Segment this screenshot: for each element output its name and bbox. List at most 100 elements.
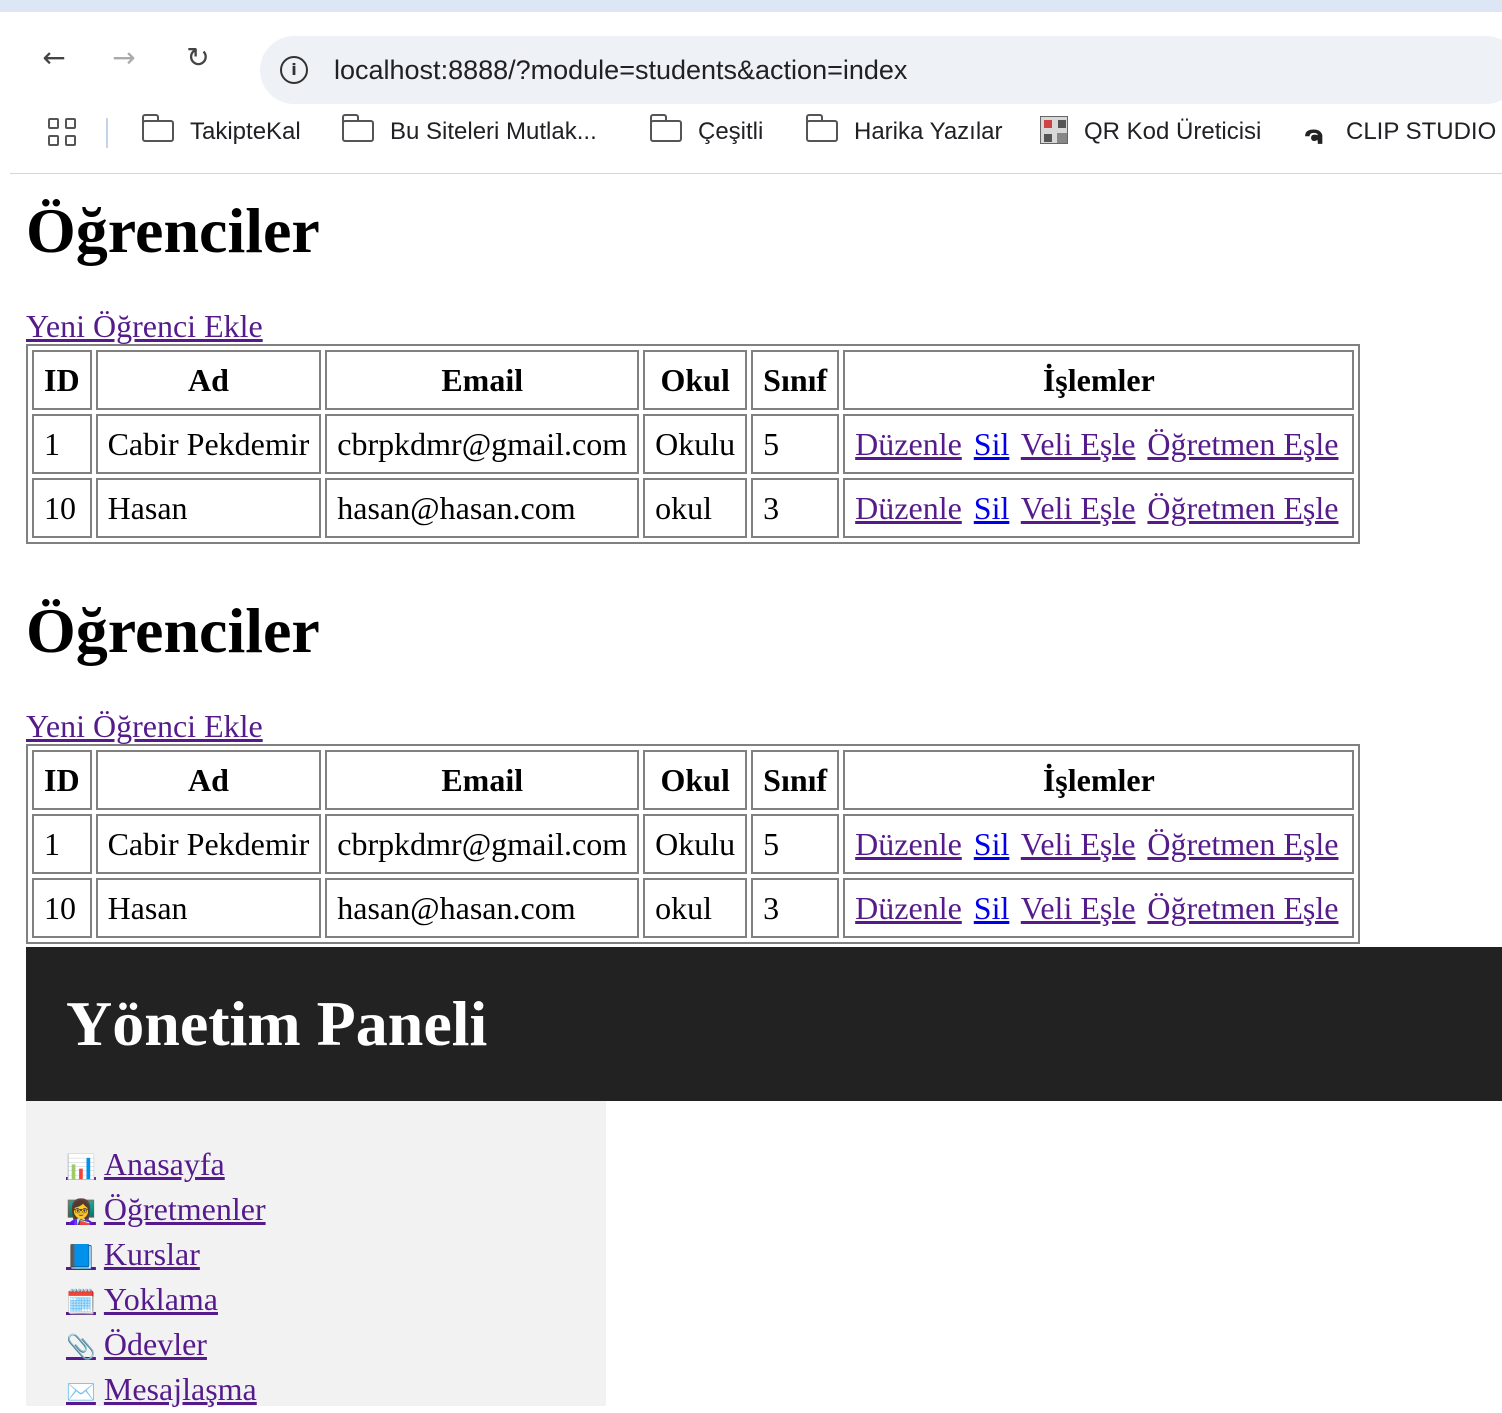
forward-icon[interactable]: → <box>108 42 140 74</box>
browser-toolbar: ← → ↻ i localhost:8888/?module=students&… <box>10 12 1502 104</box>
edit-link[interactable]: Düzenle <box>855 426 962 462</box>
column-header: İşlemler <box>843 350 1355 410</box>
table-row: 1 Cabir Pekdemir cbrpkdmr@gmail.com Okul… <box>32 414 1355 474</box>
sidebar-link[interactable]: ✉️ Mesajlaşma <box>66 1371 257 1407</box>
cell-grade: 3 <box>751 478 840 538</box>
table-row: 10 Hasan hasan@hasan.com okul 3 Düzenle … <box>32 878 1355 938</box>
column-header: İşlemler <box>843 750 1355 810</box>
bookmark-qr-kod[interactable]: QR Kod Üreticisi <box>1040 104 1261 160</box>
delete-link[interactable]: Sil <box>974 826 1010 862</box>
column-header: ID <box>32 350 92 410</box>
cell-id: 1 <box>32 814 92 874</box>
assign-parent-link[interactable]: Veli Eşle <box>1021 426 1136 462</box>
back-icon[interactable]: ← <box>38 42 70 74</box>
assign-teacher-link[interactable]: Öğretmen Eşle <box>1147 826 1338 862</box>
column-header: Okul <box>643 350 748 410</box>
bookmark-clip-studio[interactable]: ຈ CLIP STUDIO <box>1304 104 1496 160</box>
edit-link[interactable]: Düzenle <box>855 890 962 926</box>
sidebar-item-yoklama: 🗓️ Yoklama <box>66 1278 266 1323</box>
address-bar[interactable]: i localhost:8888/?module=students&action… <box>260 36 1502 104</box>
sidebar-item-mesajlasma: ✉️ Mesajlaşma <box>66 1368 266 1413</box>
table-row: 1 Cabir Pekdemir cbrpkdmr@gmail.com Okul… <box>32 814 1355 874</box>
sidebar-item-odevler: 📎 Ödevler <box>66 1323 266 1368</box>
cell-actions: Düzenle Sil Veli Eşle Öğretmen Eşle <box>843 414 1355 474</box>
table-header-row: ID Ad Email Okul Sınıf İşlemler <box>32 350 1355 410</box>
cell-grade: 3 <box>751 878 840 938</box>
admin-title: Yönetim Paneli <box>66 988 488 1059</box>
sidebar-item-kurslar: 📘 Kurslar <box>66 1233 266 1278</box>
sidebar-link[interactable]: 📊 Anasayfa <box>66 1146 225 1182</box>
paperclip-icon: 📎 <box>66 1333 96 1361</box>
bookmark-cesitli[interactable]: Çeşitli <box>649 104 763 160</box>
delete-link[interactable]: Sil <box>974 426 1010 462</box>
teacher-icon: 👩‍🏫 <box>66 1198 96 1226</box>
apps-grid-icon[interactable] <box>48 118 78 148</box>
add-student-link[interactable]: Yeni Öğrenci Ekle <box>26 708 263 744</box>
table-header-row: ID Ad Email Okul Sınıf İşlemler <box>32 750 1355 810</box>
page-title: Öğrenciler <box>26 595 320 666</box>
folder-icon <box>141 114 174 142</box>
admin-sidebar: 📊 Anasayfa 👩‍🏫 Öğretmenler 📘 Kurslar 🗓️ Yokl… <box>26 1101 606 1407</box>
reload-icon[interactable]: ↻ <box>182 42 214 74</box>
sidebar-link[interactable]: 📘 Kurslar <box>66 1236 200 1272</box>
bookmark-bu-siteleri[interactable]: Bu Siteleri Mutlak... <box>341 104 597 160</box>
sidebar-link[interactable]: 📎 Ödevler <box>66 1326 207 1362</box>
envelope-icon: ✉️ <box>66 1378 96 1406</box>
edit-link[interactable]: Düzenle <box>855 490 962 526</box>
sidebar-item-ogretmenler: 👩‍🏫 Öğretmenler <box>66 1188 266 1233</box>
sidebar-link[interactable]: 👩‍🏫 Öğretmenler <box>66 1191 266 1227</box>
cell-email: cbrpkdmr@gmail.com <box>325 814 640 874</box>
cell-id: 10 <box>32 478 92 538</box>
book-icon: 📘 <box>66 1243 96 1271</box>
bookmark-harika-yazilar[interactable]: Harika Yazılar <box>805 104 1003 160</box>
page-content: Öğrenciler Yeni Öğrenci Ekle ID Ad Email… <box>10 174 1502 1407</box>
cell-school: okul <box>643 878 748 938</box>
table-row: 10 Hasan hasan@hasan.com okul 3 Düzenle … <box>32 478 1355 538</box>
assign-teacher-link[interactable]: Öğretmen Eşle <box>1147 890 1338 926</box>
cell-email: hasan@hasan.com <box>325 478 640 538</box>
folder-icon <box>341 114 374 142</box>
cell-id: 1 <box>32 414 92 474</box>
sidebar-link[interactable]: 🗓️ Yoklama <box>66 1281 218 1317</box>
qr-code-icon <box>1040 116 1068 144</box>
assign-parent-link[interactable]: Veli Eşle <box>1021 490 1136 526</box>
cell-name: Hasan <box>95 478 322 538</box>
cell-grade: 5 <box>751 814 840 874</box>
bookmarks-bar: TakipteKal Bu Siteleri Mutlak... Çeşitli… <box>10 104 1502 174</box>
site-info-icon[interactable]: i <box>280 56 308 84</box>
assign-teacher-link[interactable]: Öğretmen Eşle <box>1147 490 1338 526</box>
admin-header: Yönetim Paneli <box>26 947 1502 1101</box>
cell-actions: Düzenle Sil Veli Eşle Öğretmen Eşle <box>843 478 1355 538</box>
bookmarks-divider <box>106 118 108 148</box>
add-student-link[interactable]: Yeni Öğrenci Ekle <box>26 308 263 344</box>
column-header: Sınıf <box>751 350 840 410</box>
assign-parent-link[interactable]: Veli Eşle <box>1021 890 1136 926</box>
page-title: Öğrenciler <box>26 195 320 266</box>
sidebar-menu: 📊 Anasayfa 👩‍🏫 Öğretmenler 📘 Kurslar 🗓️ Yokl… <box>66 1143 266 1413</box>
delete-link[interactable]: Sil <box>974 890 1010 926</box>
cell-email: cbrpkdmr@gmail.com <box>325 414 640 474</box>
edit-link[interactable]: Düzenle <box>855 826 962 862</box>
column-header: Ad <box>95 750 322 810</box>
cell-actions: Düzenle Sil Veli Eşle Öğretmen Eşle <box>843 814 1355 874</box>
url-text[interactable]: localhost:8888/?module=students&action=i… <box>334 36 907 104</box>
bookmark-takiptekal[interactable]: TakipteKal <box>141 104 301 160</box>
sidebar-item-anasayfa: 📊 Anasayfa <box>66 1143 266 1188</box>
calendar-icon: 🗓️ <box>66 1288 96 1316</box>
students-section: Öğrenciler Yeni Öğrenci Ekle ID Ad Email… <box>26 194 1361 544</box>
cell-id: 10 <box>32 878 92 938</box>
folder-icon <box>649 114 682 142</box>
column-header: Email <box>325 750 640 810</box>
cell-name: Cabir Pekdemir <box>95 814 322 874</box>
column-header: Sınıf <box>751 750 840 810</box>
clip-studio-icon: ຈ <box>1304 121 1324 151</box>
assign-teacher-link[interactable]: Öğretmen Eşle <box>1147 426 1338 462</box>
students-table: ID Ad Email Okul Sınıf İşlemler 1 Cabir … <box>26 744 1361 944</box>
column-header: Email <box>325 350 640 410</box>
cell-email: hasan@hasan.com <box>325 878 640 938</box>
chart-icon: 📊 <box>66 1153 96 1181</box>
delete-link[interactable]: Sil <box>974 490 1010 526</box>
cell-grade: 5 <box>751 414 840 474</box>
cell-name: Hasan <box>95 878 322 938</box>
assign-parent-link[interactable]: Veli Eşle <box>1021 826 1136 862</box>
